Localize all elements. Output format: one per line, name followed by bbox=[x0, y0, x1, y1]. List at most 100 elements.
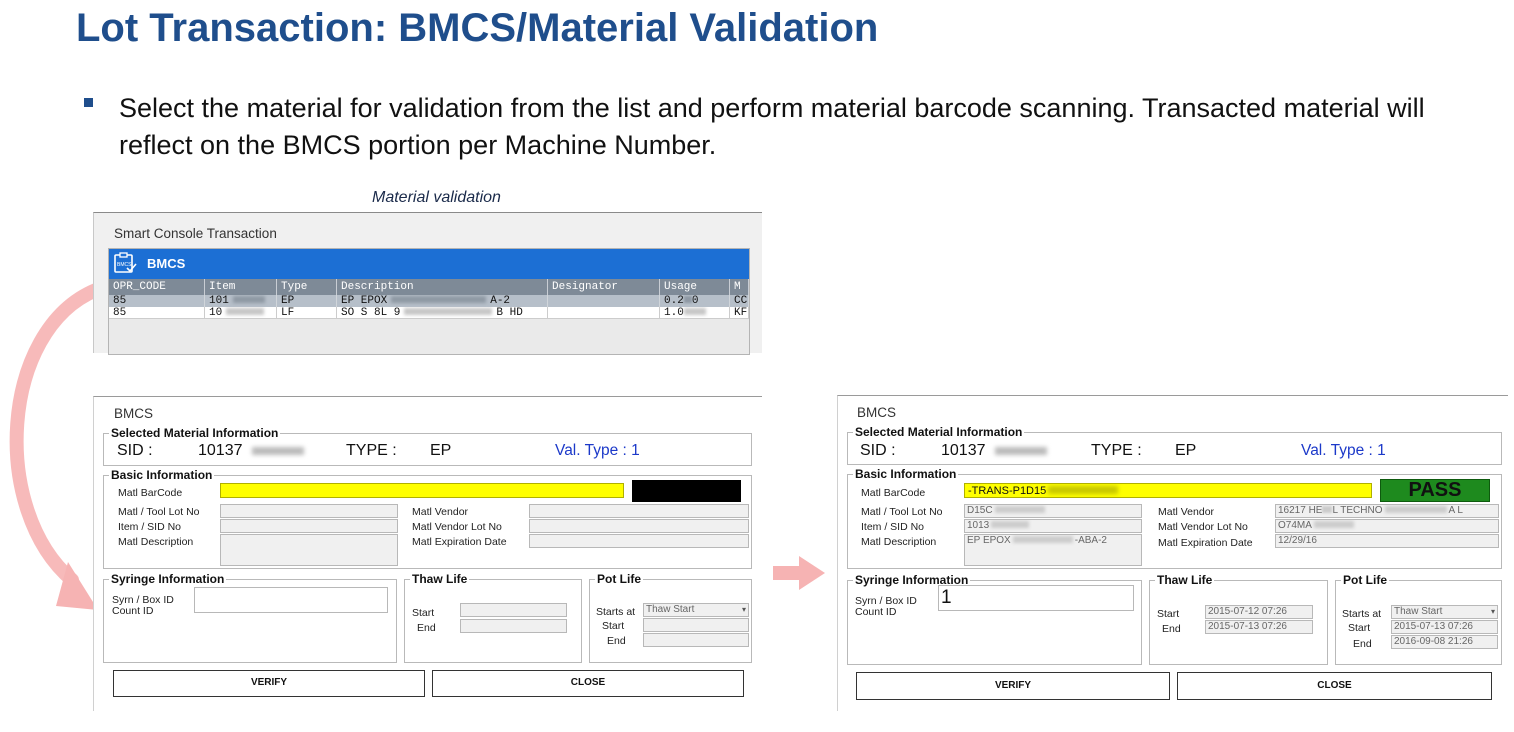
vendor-label: Matl Vendor bbox=[1158, 506, 1215, 518]
thaw-end-label: End bbox=[417, 622, 436, 634]
redacted-mark bbox=[995, 447, 1047, 455]
group-title: Basic Information bbox=[853, 467, 959, 481]
row-cell-type[interactable]: LF bbox=[277, 307, 337, 319]
sid-value: 10137 bbox=[198, 442, 243, 459]
group-title: Basic Information bbox=[109, 468, 215, 482]
thaw-end-field[interactable]: 2015-07-13 07:26 bbox=[1205, 620, 1313, 634]
expiry-field[interactable] bbox=[529, 534, 749, 548]
col-header-usage[interactable]: Usage bbox=[660, 279, 730, 295]
vendor-label: Matl Vendor bbox=[412, 506, 469, 518]
svg-text:BMCS: BMCS bbox=[117, 262, 132, 268]
dialog-title: BMCS bbox=[114, 406, 154, 421]
item-sid-label: Item / SID No bbox=[118, 521, 182, 533]
right-arrow-icon bbox=[773, 556, 825, 590]
bmcs-dialog-empty: BMCS Selected Material Information SID :… bbox=[93, 396, 762, 711]
col-header-opr-code[interactable]: OPR_CODE bbox=[109, 279, 205, 295]
barcode-input[interactable] bbox=[220, 483, 624, 498]
tool-lot-field[interactable] bbox=[220, 504, 398, 518]
thaw-start-field[interactable] bbox=[460, 603, 567, 617]
chevron-down-icon: ▾ bbox=[741, 605, 746, 614]
row-cell-m[interactable]: KF bbox=[730, 307, 749, 319]
selected-material-group: Selected Material Information SID : 1013… bbox=[103, 426, 752, 466]
vendor-lot-field[interactable]: O74MA bbox=[1275, 519, 1499, 533]
syringe-id-input[interactable] bbox=[194, 587, 388, 613]
material-grid[interactable]: BMCS BMCS OPR_CODE Item Type Description… bbox=[108, 248, 750, 355]
col-header-item[interactable]: Item bbox=[205, 279, 277, 295]
description-field[interactable]: EP EPOX -ABA-2 bbox=[964, 534, 1142, 566]
pot-start-label: Start bbox=[602, 620, 625, 632]
vendor-lot-label: Matl Vendor Lot No bbox=[1158, 521, 1248, 533]
item-sid-field[interactable]: 1013 bbox=[964, 519, 1142, 533]
pass-indicator: PASS bbox=[1380, 479, 1490, 502]
col-header-designator[interactable]: Designator bbox=[548, 279, 660, 295]
caption: Material validation bbox=[372, 189, 501, 206]
row-cell-type[interactable]: EP bbox=[277, 295, 337, 307]
verify-button[interactable]: VERIFY bbox=[113, 670, 425, 697]
syringe-information-group: Syringe Information Syrn / Box ID Count … bbox=[847, 573, 1142, 665]
sid-value: 10137 bbox=[941, 442, 986, 459]
barcode-input[interactable]: -TRANS-P1D15 bbox=[964, 483, 1372, 498]
pot-start-field[interactable]: 2015-07-13 07:26 bbox=[1391, 620, 1498, 634]
vendor-lot-label: Matl Vendor Lot No bbox=[412, 521, 502, 533]
verify-button[interactable]: VERIFY bbox=[856, 672, 1170, 700]
row-cell-designator[interactable] bbox=[548, 307, 660, 319]
pot-life-group: Pot Life Starts at Thaw Start ▾ Start End bbox=[589, 572, 752, 663]
row-cell-usage[interactable]: 0.2 0 bbox=[660, 295, 730, 307]
syringe-information-group: Syringe Information Syrn / Box ID Count … bbox=[103, 572, 397, 663]
row-cell-description[interactable]: SO S 8L 9B HD bbox=[337, 307, 548, 319]
sid-label: SID : bbox=[117, 442, 153, 459]
close-button[interactable]: CLOSE bbox=[432, 670, 744, 697]
barcode-label: Matl BarCode bbox=[861, 487, 926, 499]
slide-title: Lot Transaction: BMCS/Material Validatio… bbox=[76, 6, 879, 50]
thaw-end-label: End bbox=[1162, 623, 1181, 635]
starts-at-label: Starts at bbox=[1342, 608, 1382, 620]
expiry-label: Matl Expiration Date bbox=[412, 536, 507, 548]
basic-information-group: Basic Information Matl BarCode Matl / To… bbox=[103, 468, 752, 569]
starts-at-label: Starts at bbox=[596, 606, 636, 618]
thaw-end-field[interactable] bbox=[460, 619, 567, 633]
close-button[interactable]: CLOSE bbox=[1177, 672, 1492, 700]
dialog-title: BMCS bbox=[857, 405, 897, 420]
type-value: EP bbox=[1175, 442, 1197, 459]
vendor-field[interactable] bbox=[529, 504, 749, 518]
selected-material-group: Selected Material Information SID : 1013… bbox=[847, 425, 1502, 465]
vendor-field[interactable]: 16217 HE L TECHNO A L bbox=[1275, 504, 1499, 518]
row-cell-description[interactable]: EP EPOX A-2 bbox=[337, 295, 548, 307]
grid-header-label: BMCS bbox=[147, 256, 186, 271]
pot-end-field[interactable] bbox=[643, 633, 749, 647]
col-header-m[interactable]: M bbox=[730, 279, 749, 295]
bullet-icon bbox=[84, 98, 93, 107]
description-field[interactable] bbox=[220, 534, 398, 566]
tool-lot-field[interactable]: D15C bbox=[964, 504, 1142, 518]
starts-at-select[interactable]: Thaw Start ▾ bbox=[1391, 605, 1498, 619]
pot-start-field[interactable] bbox=[643, 618, 749, 632]
row-cell-item[interactable]: 101 bbox=[205, 295, 277, 307]
pot-life-group: Pot Life Starts at Thaw Start ▾ Start 201… bbox=[1335, 573, 1502, 665]
sid-label: SID : bbox=[860, 442, 896, 459]
description-label: Matl Description bbox=[118, 536, 194, 548]
bullet-text: Select the material for validation from … bbox=[119, 93, 1425, 160]
row-cell-m[interactable]: CC bbox=[730, 295, 749, 307]
pot-end-label: End bbox=[607, 635, 626, 647]
starts-at-select[interactable]: Thaw Start ▾ bbox=[643, 603, 749, 617]
basic-information-group: Basic Information Matl BarCode -TRANS-P1… bbox=[847, 467, 1502, 569]
expiry-label: Matl Expiration Date bbox=[1158, 537, 1253, 549]
row-cell-designator[interactable] bbox=[548, 295, 660, 307]
pot-end-field[interactable]: 2016-09-08 21:26 bbox=[1391, 635, 1498, 649]
thaw-start-field[interactable]: 2015-07-12 07:26 bbox=[1205, 605, 1313, 619]
col-header-description[interactable]: Description bbox=[337, 279, 548, 295]
col-header-type[interactable]: Type bbox=[277, 279, 337, 295]
type-label: TYPE : bbox=[1091, 442, 1142, 459]
row-cell-usage[interactable]: 1.0 bbox=[660, 307, 730, 319]
pot-start-label: Start bbox=[1348, 622, 1371, 634]
syringe-id-input[interactable]: 1 bbox=[938, 585, 1134, 611]
expiry-field[interactable]: 12/29/16 bbox=[1275, 534, 1499, 548]
val-type: Val. Type : 1 bbox=[555, 442, 640, 459]
item-sid-field[interactable] bbox=[220, 519, 398, 533]
row-cell-item[interactable]: 10 bbox=[205, 307, 277, 319]
barcode-label: Matl BarCode bbox=[118, 487, 183, 499]
group-title: Selected Material Information bbox=[109, 426, 281, 440]
table-row[interactable]: 85 bbox=[109, 307, 205, 319]
table-row[interactable]: 85 bbox=[109, 295, 205, 307]
vendor-lot-field[interactable] bbox=[529, 519, 749, 533]
